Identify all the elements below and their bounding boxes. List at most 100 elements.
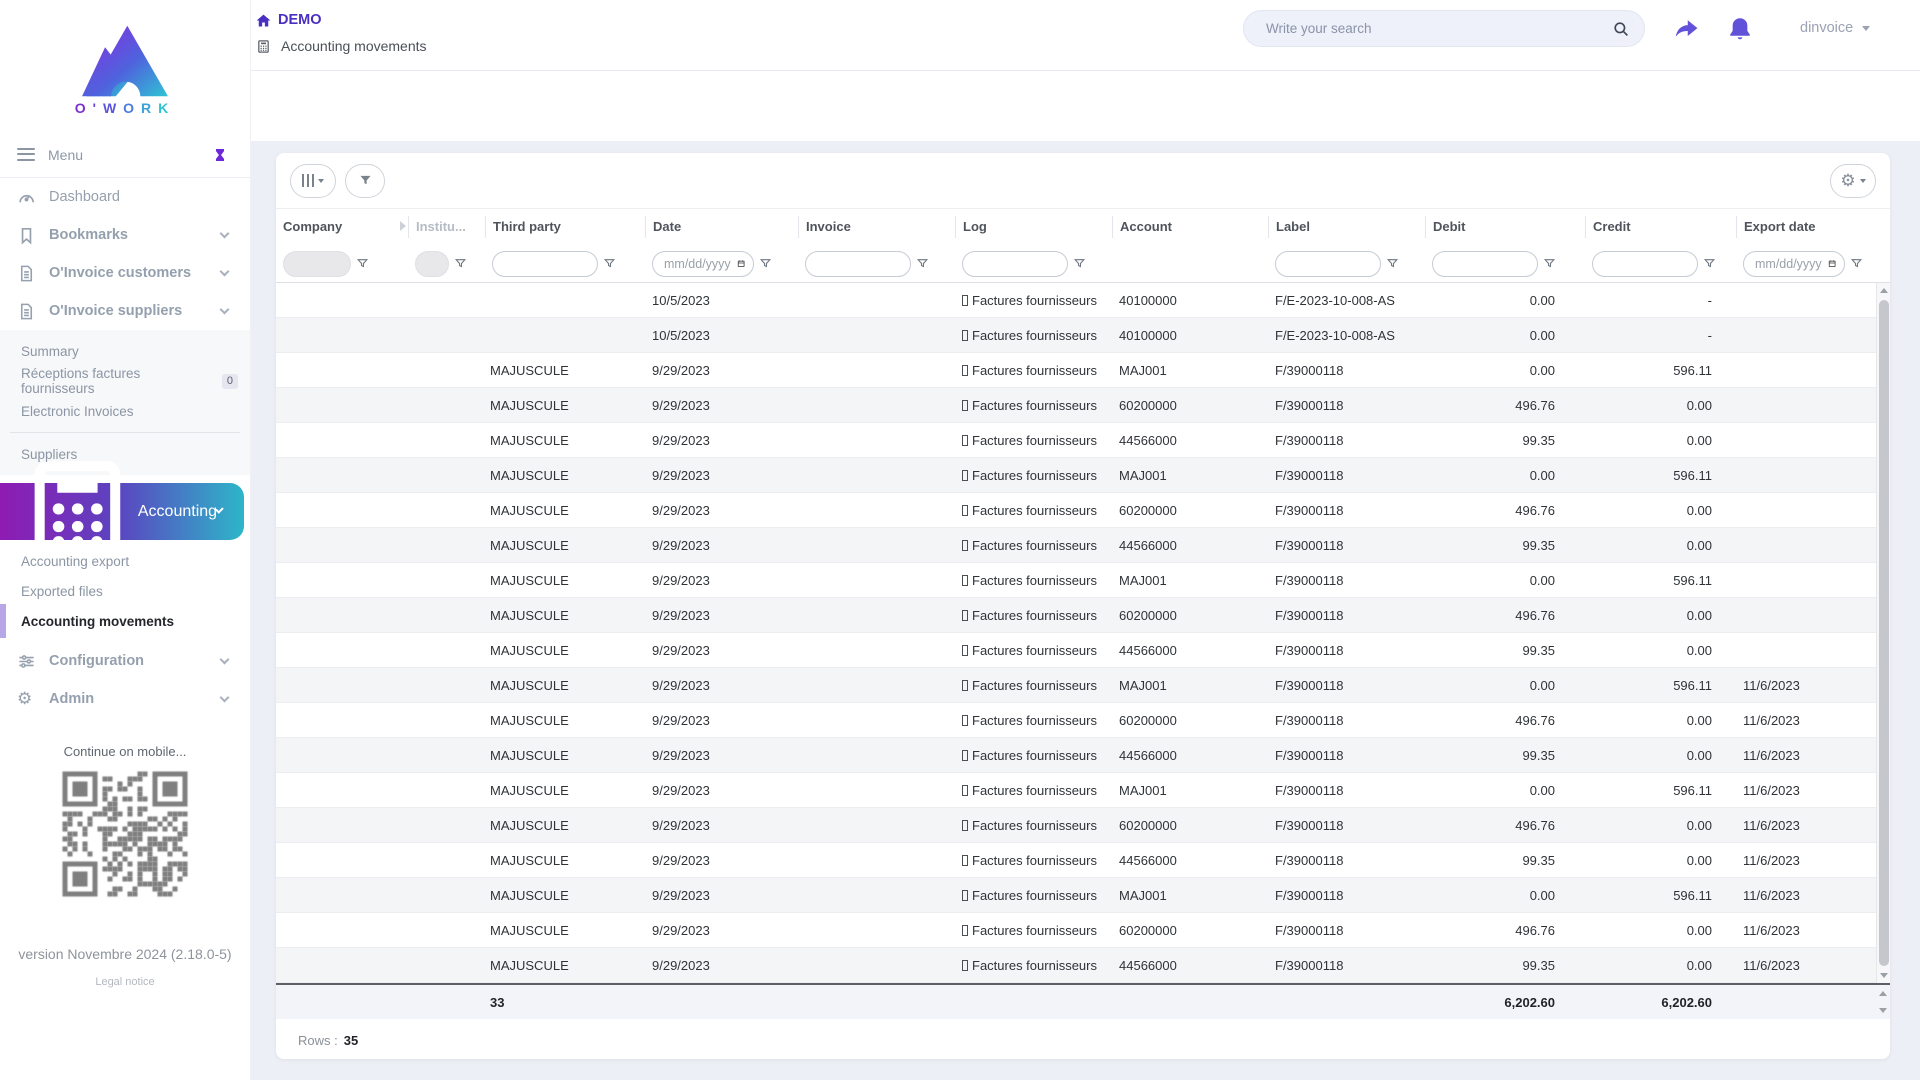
table-row[interactable]: MAJUSCULE 9/29/2023 Factures fournisseurs 4… [276,738,1876,773]
funnel-icon[interactable] [454,257,467,270]
table-row[interactable]: MAJUSCULE 9/29/2023 Factures fournisseurs M… [276,668,1876,703]
column-header-invoice[interactable]: Invoice [798,216,955,238]
funnel-icon[interactable] [1073,257,1086,270]
funnel-icon[interactable] [1543,257,1556,270]
app-logo[interactable]: O'WORK [0,0,250,132]
filter-third-party-input[interactable] [492,250,598,277]
share-icon[interactable] [1672,15,1700,43]
cell-account: 40100000 [1119,292,1177,308]
table-row[interactable]: MAJUSCULE 9/29/2023 Factures fournisseurs M… [276,773,1876,808]
table-row[interactable]: MAJUSCULE 9/29/2023 Factures fournisseurs 6… [276,388,1876,423]
filter-debit-input[interactable] [1432,250,1538,277]
table-row[interactable]: MAJUSCULE 9/29/2023 Factures fournisseurs M… [276,563,1876,598]
sidebar-item-bookmarks[interactable]: Bookmarks [0,216,250,254]
column-header-account[interactable]: Account [1112,216,1268,238]
cell-account: 60200000 [1119,607,1177,623]
scroll-down-arrow[interactable] [1880,973,1888,978]
sidebar-item-admin[interactable]: ⚙ Admin [0,680,250,718]
column-header-third-party[interactable]: Third party [485,216,645,238]
table-row[interactable]: MAJUSCULE 9/29/2023 Factures fournisseurs 4… [276,843,1876,878]
table-row[interactable]: MAJUSCULE 9/29/2023 Factures fournisseurs M… [276,458,1876,493]
chevron-down-icon [219,228,230,238]
table-row[interactable]: MAJUSCULE 9/29/2023 Factures fournisseurs 6… [276,913,1876,948]
sidebar-item-dashboard[interactable]: Dashboard [0,178,250,216]
funnel-icon[interactable] [356,257,369,270]
cell-debit: 496.76 [1515,607,1555,623]
missing-glyph-icon [962,434,968,446]
missing-glyph-icon [962,329,968,341]
column-header-date[interactable]: Date [645,216,798,238]
notifications-bell-icon[interactable] [1726,15,1754,43]
cell-account: 44566000 [1119,642,1177,658]
filter-label-input[interactable] [1275,250,1381,277]
sub-item-label: Accounting movements [21,613,175,629]
sidebar-item-accounting[interactable]: Accounting [0,461,244,562]
table-row[interactable]: MAJUSCULE 9/29/2023 Factures fournisseurs M… [276,878,1876,913]
table-settings-button[interactable]: ⚙ [1830,163,1876,198]
column-header-credit[interactable]: Credit [1585,216,1736,238]
scroll-up-arrow[interactable] [1879,991,1887,996]
cell-date: 9/29/2023 [652,887,710,903]
filter-credit-input[interactable] [1592,250,1698,277]
cell-label: F/39000118 [1275,922,1344,938]
sidebar-item-oinvoice-customers[interactable]: O'Invoice customers [0,254,250,292]
search-input[interactable] [1266,21,1612,36]
sidebar-item-suppliers[interactable]: Suppliers [0,439,250,469]
table-row[interactable]: MAJUSCULE 9/29/2023 Factures fournisseurs 6… [276,493,1876,528]
funnel-icon[interactable] [1850,257,1863,270]
table-header-row: Company Institu... Third party Date Invo… [276,209,1890,245]
table-row[interactable]: 10/5/2023 Factures fournisseurs 40100000 F/… [276,318,1876,353]
funnel-icon[interactable] [1703,257,1716,270]
table-row[interactable]: MAJUSCULE 9/29/2023 Factures fournisseurs 4… [276,948,1876,983]
user-dropdown[interactable]: dinvoice [1800,20,1871,36]
legal-notice-link[interactable]: Legal notice [0,976,250,988]
column-header-export-date[interactable]: Export date [1736,216,1876,238]
sidebar-item-electronic-invoices[interactable]: Electronic Invoices [0,396,250,426]
missing-glyph-icon [962,574,968,586]
column-header-company[interactable]: Company [276,216,408,238]
sidebar-item-oinvoice-suppliers[interactable]: O'Invoice suppliers [0,292,250,330]
column-header-label[interactable]: Label [1268,216,1425,238]
funnel-icon[interactable] [1386,257,1399,270]
calendar-icon [737,260,745,267]
cell-credit: 0.00 [1686,432,1712,448]
vertical-scrollbar[interactable] [1876,283,1890,983]
filter-invoice-input[interactable] [805,250,911,277]
funnel-icon[interactable] [759,257,772,270]
sidebar-item-configuration[interactable]: Configuration [0,642,250,680]
table-row[interactable]: MAJUSCULE 9/29/2023 Factures fournisseurs 4… [276,633,1876,668]
search-icon[interactable] [1612,20,1630,38]
breadcrumb-home[interactable]: DEMO [256,12,427,28]
table-row[interactable]: MAJUSCULE 9/29/2023 Factures fournisseurs 6… [276,598,1876,633]
column-header-institution[interactable]: Institu... [408,216,485,238]
sidebar-item-exported-files[interactable]: Exported files [0,576,250,606]
column-header-debit[interactable]: Debit [1425,216,1585,238]
missing-glyph-icon [962,854,968,866]
column-header-log[interactable]: Log [955,216,1112,238]
funnel-icon[interactable] [603,257,616,270]
scroll-up-arrow[interactable] [1880,288,1888,293]
cell-debit: 496.76 [1515,922,1555,938]
hamburger-menu-icon[interactable] [17,147,35,162]
filter-log-input[interactable] [962,250,1068,277]
table-row[interactable]: MAJUSCULE 9/29/2023 Factures fournisseurs 4… [276,528,1876,563]
sidebar-item-summary[interactable]: Summary [0,336,250,366]
scrollbar-thumb[interactable] [1878,300,1889,966]
filter-date-input[interactable]: mm/dd/yyyy [652,250,754,277]
document-icon [20,265,33,281]
table-row[interactable]: MAJUSCULE 9/29/2023 Factures fournisseurs M… [276,353,1876,388]
pin-menu-icon[interactable] [212,147,228,163]
filter-button[interactable] [345,163,385,198]
table-row[interactable]: MAJUSCULE 9/29/2023 Factures fournisseurs 6… [276,808,1876,843]
table-row[interactable]: MAJUSCULE 9/29/2023 Factures fournisseurs 6… [276,703,1876,738]
scroll-down-arrow[interactable] [1879,1008,1887,1013]
sidebar-item-accounting-movements[interactable]: Accounting movements [0,604,250,638]
table-row[interactable]: 10/5/2023 Factures fournisseurs 40100000 F/… [276,283,1876,318]
columns-button[interactable] [290,163,336,198]
sidebar-item-accounting-export[interactable]: Accounting export [0,546,250,576]
funnel-icon[interactable] [916,257,929,270]
filter-export-date-input[interactable]: mm/dd/yyyy [1743,250,1845,277]
cell-account: 60200000 [1119,712,1177,728]
sidebar-item-receptions[interactable]: Réceptions factures fournisseurs 0 [0,366,250,396]
table-row[interactable]: MAJUSCULE 9/29/2023 Factures fournisseurs 4… [276,423,1876,458]
